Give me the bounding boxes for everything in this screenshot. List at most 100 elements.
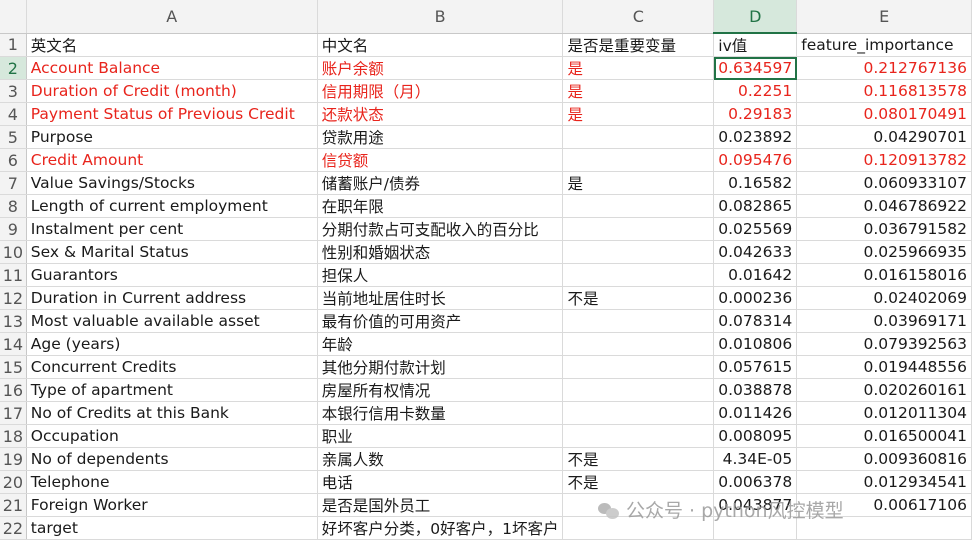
cell-e22[interactable] xyxy=(796,516,972,540)
cell-c6[interactable] xyxy=(562,148,715,172)
cell-a18[interactable]: Occupation xyxy=(26,424,318,448)
row-header[interactable]: 18 xyxy=(0,424,27,448)
cell-a11[interactable]: Guarantors xyxy=(26,263,318,287)
row-header[interactable]: 15 xyxy=(0,355,27,379)
row-header[interactable]: 9 xyxy=(0,217,27,241)
cell-d12[interactable]: 0.000236 xyxy=(713,286,798,310)
cell-a8[interactable]: Length of current employment xyxy=(26,194,318,218)
cell-c17[interactable] xyxy=(562,401,715,425)
cell-b22[interactable]: 好坏客户分类，0好客户，1坏客户 xyxy=(317,516,564,540)
column-header-d[interactable]: D xyxy=(713,0,798,34)
cell-a3[interactable]: Duration of Credit (month) xyxy=(26,79,318,103)
cell-b18[interactable]: 职业 xyxy=(317,424,564,448)
row-header[interactable]: 1 xyxy=(0,33,27,57)
cell-b14[interactable]: 年龄 xyxy=(317,332,564,356)
cell-a22[interactable]: target xyxy=(26,516,318,540)
cell-b15[interactable]: 其他分期付款计划 xyxy=(317,355,564,379)
cell-a5[interactable]: Purpose xyxy=(26,125,318,149)
cell-e2[interactable]: 0.212767136 xyxy=(796,56,972,80)
cell-d16[interactable]: 0.038878 xyxy=(713,378,798,402)
cell-b1[interactable]: 中文名 xyxy=(317,33,564,57)
row-header[interactable]: 12 xyxy=(0,286,27,310)
cell-e6[interactable]: 0.120913782 xyxy=(796,148,972,172)
row-header[interactable]: 7 xyxy=(0,171,27,195)
row-header[interactable]: 4 xyxy=(0,102,27,126)
cell-a1[interactable]: 英文名 xyxy=(26,33,318,57)
cell-d20[interactable]: 0.006378 xyxy=(713,470,798,494)
cell-b21[interactable]: 是否是国外员工 xyxy=(317,493,564,517)
cell-e16[interactable]: 0.020260161 xyxy=(796,378,972,402)
row-header[interactable]: 22 xyxy=(0,516,27,540)
cell-e12[interactable]: 0.02402069 xyxy=(796,286,972,310)
cell-e4[interactable]: 0.080170491 xyxy=(796,102,972,126)
cell-d8[interactable]: 0.082865 xyxy=(713,194,798,218)
cell-a17[interactable]: No of Credits at this Bank xyxy=(26,401,318,425)
cell-b6[interactable]: 信贷额 xyxy=(317,148,564,172)
cell-b13[interactable]: 最有价值的可用资产 xyxy=(317,309,564,333)
cell-e20[interactable]: 0.012934541 xyxy=(796,470,972,494)
cell-a13[interactable]: Most valuable available asset xyxy=(26,309,318,333)
cell-a16[interactable]: Type of apartment xyxy=(26,378,318,402)
row-header[interactable]: 11 xyxy=(0,263,27,287)
cell-b19[interactable]: 亲属人数 xyxy=(317,447,564,471)
cell-a14[interactable]: Age (years) xyxy=(26,332,318,356)
column-header-e[interactable]: E xyxy=(796,0,972,34)
cell-e10[interactable]: 0.025966935 xyxy=(796,240,972,264)
cell-e7[interactable]: 0.060933107 xyxy=(796,171,972,195)
cell-a9[interactable]: Instalment per cent xyxy=(26,217,318,241)
cell-c18[interactable] xyxy=(562,424,715,448)
cell-e9[interactable]: 0.036791582 xyxy=(796,217,972,241)
cell-a2[interactable]: Account Balance xyxy=(26,56,318,80)
cell-c1[interactable]: 是否是重要变量 xyxy=(562,33,715,57)
cell-e17[interactable]: 0.012011304 xyxy=(796,401,972,425)
row-header[interactable]: 8 xyxy=(0,194,27,218)
cell-e18[interactable]: 0.016500041 xyxy=(796,424,972,448)
cell-b12[interactable]: 当前地址居住时长 xyxy=(317,286,564,310)
cell-b5[interactable]: 贷款用途 xyxy=(317,125,564,149)
cell-d7[interactable]: 0.16582 xyxy=(713,171,798,195)
row-header[interactable]: 10 xyxy=(0,240,27,264)
cell-b2[interactable]: 账户余额 xyxy=(317,56,564,80)
cell-d14[interactable]: 0.010806 xyxy=(713,332,798,356)
row-header[interactable]: 17 xyxy=(0,401,27,425)
cell-d10[interactable]: 0.042633 xyxy=(713,240,798,264)
row-header[interactable]: 21 xyxy=(0,493,27,517)
cell-e3[interactable]: 0.116813578 xyxy=(796,79,972,103)
cell-e11[interactable]: 0.016158016 xyxy=(796,263,972,287)
cell-c12[interactable]: 不是 xyxy=(562,286,715,310)
cell-c21[interactable] xyxy=(562,493,715,517)
cell-c11[interactable] xyxy=(562,263,715,287)
row-header[interactable]: 6 xyxy=(0,148,27,172)
cell-c19[interactable]: 不是 xyxy=(562,447,715,471)
cell-d11[interactable]: 0.01642 xyxy=(713,263,798,287)
column-header-b[interactable]: B xyxy=(317,0,564,34)
cell-c22[interactable] xyxy=(562,516,715,540)
row-header[interactable]: 2 xyxy=(0,56,27,80)
cell-b9[interactable]: 分期付款占可支配收入的百分比 xyxy=(317,217,564,241)
cell-e1[interactable]: feature_importance xyxy=(796,33,972,57)
cell-b7[interactable]: 储蓄账户/债券 xyxy=(317,171,564,195)
column-header-c[interactable]: C xyxy=(562,0,715,34)
cell-e5[interactable]: 0.04290701 xyxy=(796,125,972,149)
cell-c10[interactable] xyxy=(562,240,715,264)
cell-e19[interactable]: 0.009360816 xyxy=(796,447,972,471)
cell-c15[interactable] xyxy=(562,355,715,379)
cell-d1[interactable]: iv值 xyxy=(713,33,798,57)
row-header[interactable]: 3 xyxy=(0,79,27,103)
cell-b16[interactable]: 房屋所有权情况 xyxy=(317,378,564,402)
cell-e21[interactable]: 0.00617106 xyxy=(796,493,972,517)
cell-b3[interactable]: 信用期限（月） xyxy=(317,79,564,103)
cell-d13[interactable]: 0.078314 xyxy=(713,309,798,333)
cell-d2[interactable]: 0.634597 xyxy=(713,56,798,80)
cell-c20[interactable]: 不是 xyxy=(562,470,715,494)
row-header[interactable]: 5 xyxy=(0,125,27,149)
cell-c9[interactable] xyxy=(562,217,715,241)
cell-b20[interactable]: 电话 xyxy=(317,470,564,494)
cell-c3[interactable]: 是 xyxy=(562,79,715,103)
cell-d22[interactable] xyxy=(713,516,798,540)
cell-b4[interactable]: 还款状态 xyxy=(317,102,564,126)
cell-a20[interactable]: Telephone xyxy=(26,470,318,494)
cell-c4[interactable]: 是 xyxy=(562,102,715,126)
cell-c8[interactable] xyxy=(562,194,715,218)
cell-a15[interactable]: Concurrent Credits xyxy=(26,355,318,379)
